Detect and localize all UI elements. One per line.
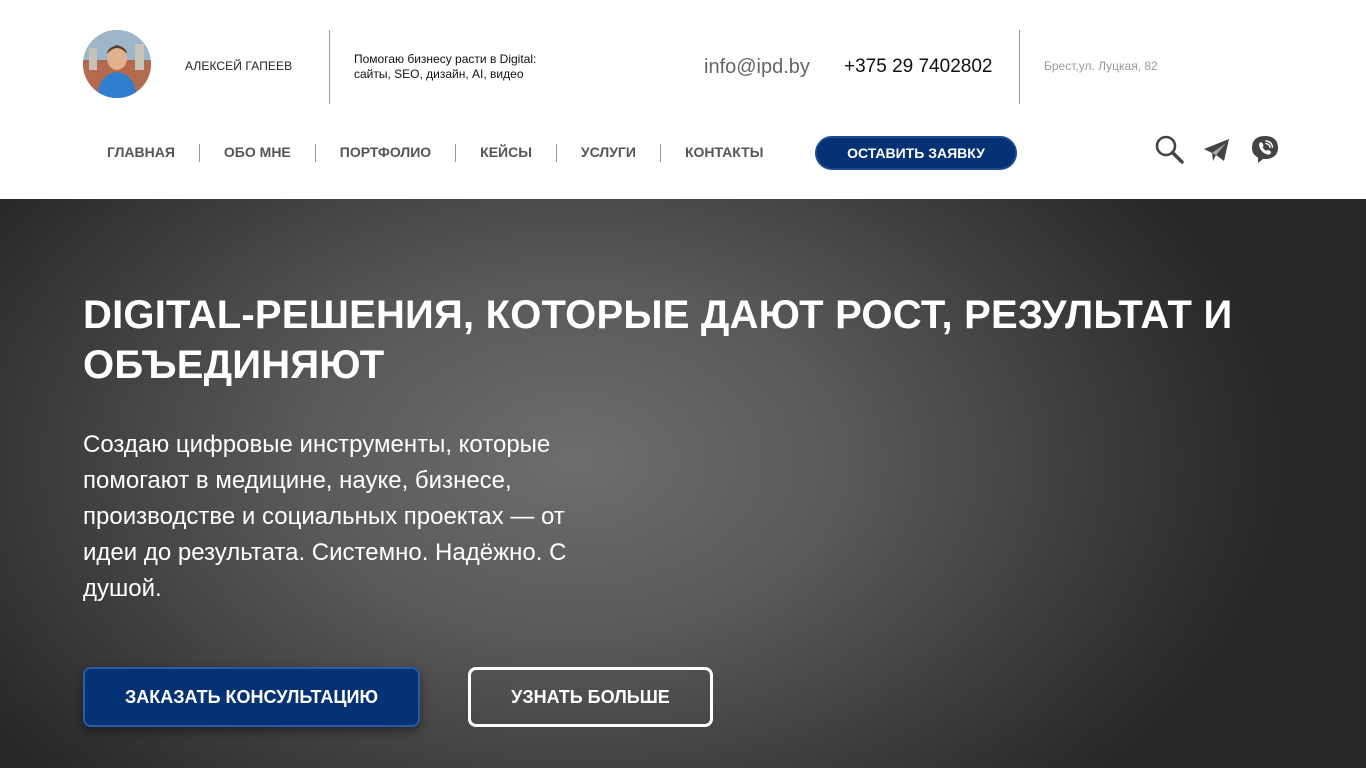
- main-nav: ГЛАВНАЯ ОБО МНЕ ПОРТФОЛИО КЕЙСЫ УСЛУГИ К…: [83, 135, 787, 171]
- owner-name: АЛЕКСЕЙ ГАПЕЕВ: [185, 59, 293, 73]
- leave-request-button[interactable]: ОСТАВИТЬ ЗАЯВКУ: [815, 136, 1017, 170]
- header-divider: [329, 30, 330, 104]
- nav-item-services[interactable]: УСЛУГИ: [555, 144, 660, 162]
- nav-item-about[interactable]: ОБО МНЕ: [198, 144, 315, 162]
- nav-item-home[interactable]: ГЛАВНАЯ: [83, 144, 199, 162]
- tagline-line-1: Помогаю бизнесу расти в Digital:: [354, 52, 537, 66]
- email-link[interactable]: info@ipd.by: [704, 56, 810, 79]
- telegram-icon[interactable]: [1202, 135, 1232, 165]
- header-divider: [1019, 30, 1020, 104]
- nav-item-cases[interactable]: КЕЙСЫ: [455, 144, 556, 162]
- avatar[interactable]: [83, 30, 151, 98]
- tagline: Помогаю бизнесу расти в Digital: сайты, …: [354, 52, 536, 82]
- hero-section: DIGITAL-РЕШЕНИЯ, КОТОРЫЕ ДАЮТ РОСТ, РЕЗУ…: [0, 199, 1366, 768]
- hero-description: Создаю цифровые инструменты, которые пом…: [83, 431, 567, 602]
- order-consultation-button[interactable]: ЗАКАЗАТЬ КОНСУЛЬТАЦИЮ: [83, 667, 420, 727]
- tagline-line-2: сайты, SEO, дизайн, AI, видео: [354, 67, 524, 81]
- search-icon[interactable]: [1154, 134, 1184, 164]
- address: Брест,ул. Луцкая, 82: [1044, 59, 1158, 73]
- learn-more-button[interactable]: УЗНАТЬ БОЛЬШЕ: [468, 667, 713, 727]
- nav-item-contacts[interactable]: КОНТАКТЫ: [659, 144, 787, 162]
- site-header: АЛЕКСЕЙ ГАПЕЕВ Помогаю бизнесу расти в D…: [0, 0, 1366, 199]
- phone-link[interactable]: +375 29 7402802: [844, 56, 992, 78]
- hero-title: DIGITAL-РЕШЕНИЯ, КОТОРЫЕ ДАЮТ РОСТ, РЕЗУ…: [83, 293, 1233, 387]
- avatar-photo: [83, 30, 151, 98]
- nav-item-portfolio[interactable]: ПОРТФОЛИО: [314, 144, 455, 162]
- viber-icon[interactable]: [1250, 134, 1280, 164]
